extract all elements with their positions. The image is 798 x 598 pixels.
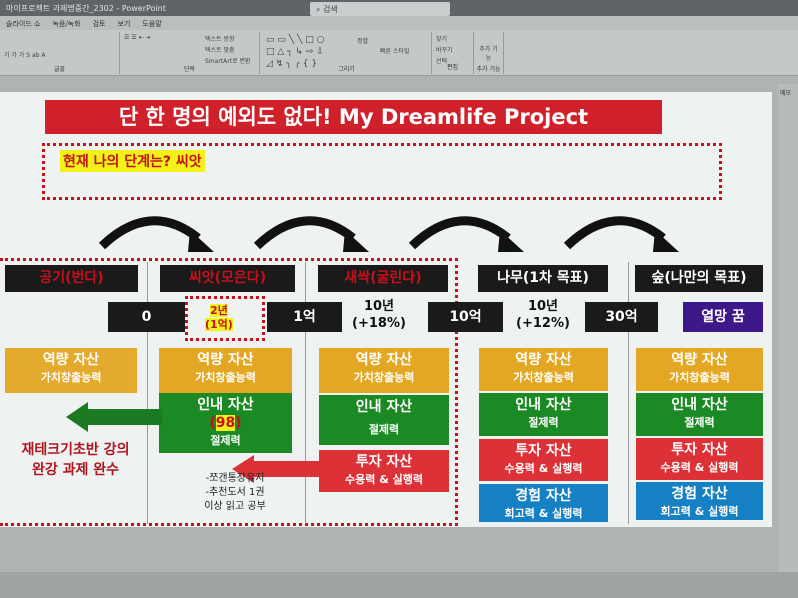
notes-panel-label[interactable]: 메모 — [780, 90, 791, 97]
menu-review[interactable]: 검토 — [93, 19, 106, 28]
editing-group: 찾기 바꾸기 선택 편집 — [432, 32, 474, 74]
slide-title: 단 한 명의 예외도 없다! My Dreamlife Project — [45, 100, 662, 134]
text-direction-button[interactable]: 텍스트 방향 — [205, 34, 251, 45]
menu-record[interactable]: 녹음/녹화 — [52, 19, 80, 28]
patience-score: 98 — [215, 415, 236, 431]
menu-slideshow[interactable]: 슬라이드 쇼 — [6, 19, 40, 28]
investment-asset-card: 투자 자산 수용력 & 실행력 — [636, 438, 763, 480]
curved-arrow-icon — [563, 216, 666, 250]
task-text: 재테크기초반 강의 완강 과제 완수 — [21, 442, 130, 478]
milestone-2: 10억 — [428, 302, 503, 332]
status-bar — [0, 572, 798, 598]
curved-arrow-icon — [98, 216, 201, 250]
capability-asset-card: 역량 자산 가치창출능력 — [479, 348, 608, 391]
milestone-1: 1억 — [267, 302, 342, 332]
patience-asset-card: 인내 자산 절제력 — [636, 393, 763, 436]
patience-asset-card: 인내 자산 (98) 절제력 — [159, 393, 292, 453]
capability-asset-card: 역량 자산 가치창출능력 — [319, 348, 449, 393]
arrange-button[interactable]: 정렬 — [357, 36, 368, 45]
investment-asset-card: 투자 자산 수용력 & 실행력 — [479, 439, 608, 481]
find-button[interactable]: 찾기 — [436, 34, 469, 45]
experience-asset-card: 경험 자산 회고력 & 실행력 — [636, 482, 763, 520]
addins-button[interactable]: 추가 기능 — [478, 44, 499, 62]
current-stage: 현재 나의 단계는? 씨앗 — [60, 150, 205, 172]
sprout-period: 10년 (+18%) — [352, 299, 406, 331]
stage-forest: 숲(나만의 목표) — [635, 265, 763, 292]
stage-arrows — [98, 216, 679, 252]
stage-seed: 씨앗(모은다) — [160, 265, 295, 292]
seed-period: 2년 (1억) — [205, 304, 233, 331]
drawing-group: ▭ ▭ ╲ ╲ □ ○ □ △ ┐ ↳ ⇨ ⇩ ◿ ↯ ╮ ╭ { } 정렬 빠른 … — [262, 32, 432, 74]
seed-notes: -쪼갠통장유지 -추천도서 1권 이상 읽고 공부 — [204, 473, 266, 512]
notes-panel: 메모 — [778, 84, 798, 574]
tree-period: 10년 (+12%) — [516, 299, 570, 331]
milestone-3: 30억 — [585, 302, 658, 332]
stage-tree: 나무(1차 목표) — [478, 265, 608, 292]
left-arrow-green-icon — [66, 402, 162, 432]
search-box[interactable]: ⌕ 검색 — [310, 2, 450, 16]
font-group: 가 가 가 S ab A 글꼴 — [0, 32, 120, 74]
stage-air: 공기(번다) — [5, 265, 138, 292]
ribbon: 가 가 가 S ab A 글꼴 텍스트 방향 텍스트 맞춤 SmartArt로 변… — [0, 30, 798, 76]
patience-asset-card: 인내 자산 절제력 — [319, 395, 449, 445]
patience-asset-card: 인내 자산 절제력 — [479, 393, 608, 436]
capability-asset-card: 역량 자산 가치창출능력 — [159, 348, 292, 393]
paragraph-group: 텍스트 방향 텍스트 맞춤 SmartArt로 변환 ☰ ☰ ⇤ ⇥ 단락 — [120, 32, 260, 74]
menu-view[interactable]: 보기 — [117, 19, 130, 28]
search-placeholder: 검색 — [323, 5, 338, 14]
curved-arrow-icon — [408, 216, 511, 250]
replace-button[interactable]: 바꾸기 — [436, 45, 469, 56]
align-text-button[interactable]: 텍스트 맞춤 — [205, 45, 251, 56]
curved-arrow-icon — [253, 216, 356, 250]
investment-asset-card: 투자 자산 수용력 & 실행력 — [319, 450, 449, 492]
capability-asset-card: 역량 자산 가치창출능력 — [5, 348, 137, 393]
experience-asset-card: 경험 자산 회고력 & 실행력 — [479, 484, 608, 522]
stage-sprout: 새싹(굴린다) — [318, 265, 448, 292]
capability-asset-card: 역량 자산 가치창출능력 — [636, 348, 763, 391]
addins-group: 추가 기능 추가 기능 — [474, 32, 504, 74]
milestone-0: 0 — [108, 302, 185, 332]
quick-styles-button[interactable]: 빠른 스타일 — [380, 46, 410, 55]
menu-bar: 슬라이드 쇼 녹음/녹화 검토 보기 도움말 — [0, 16, 798, 30]
milestone-dream: 열망 꿈 — [683, 302, 763, 332]
menu-help[interactable]: 도움말 — [142, 19, 161, 28]
